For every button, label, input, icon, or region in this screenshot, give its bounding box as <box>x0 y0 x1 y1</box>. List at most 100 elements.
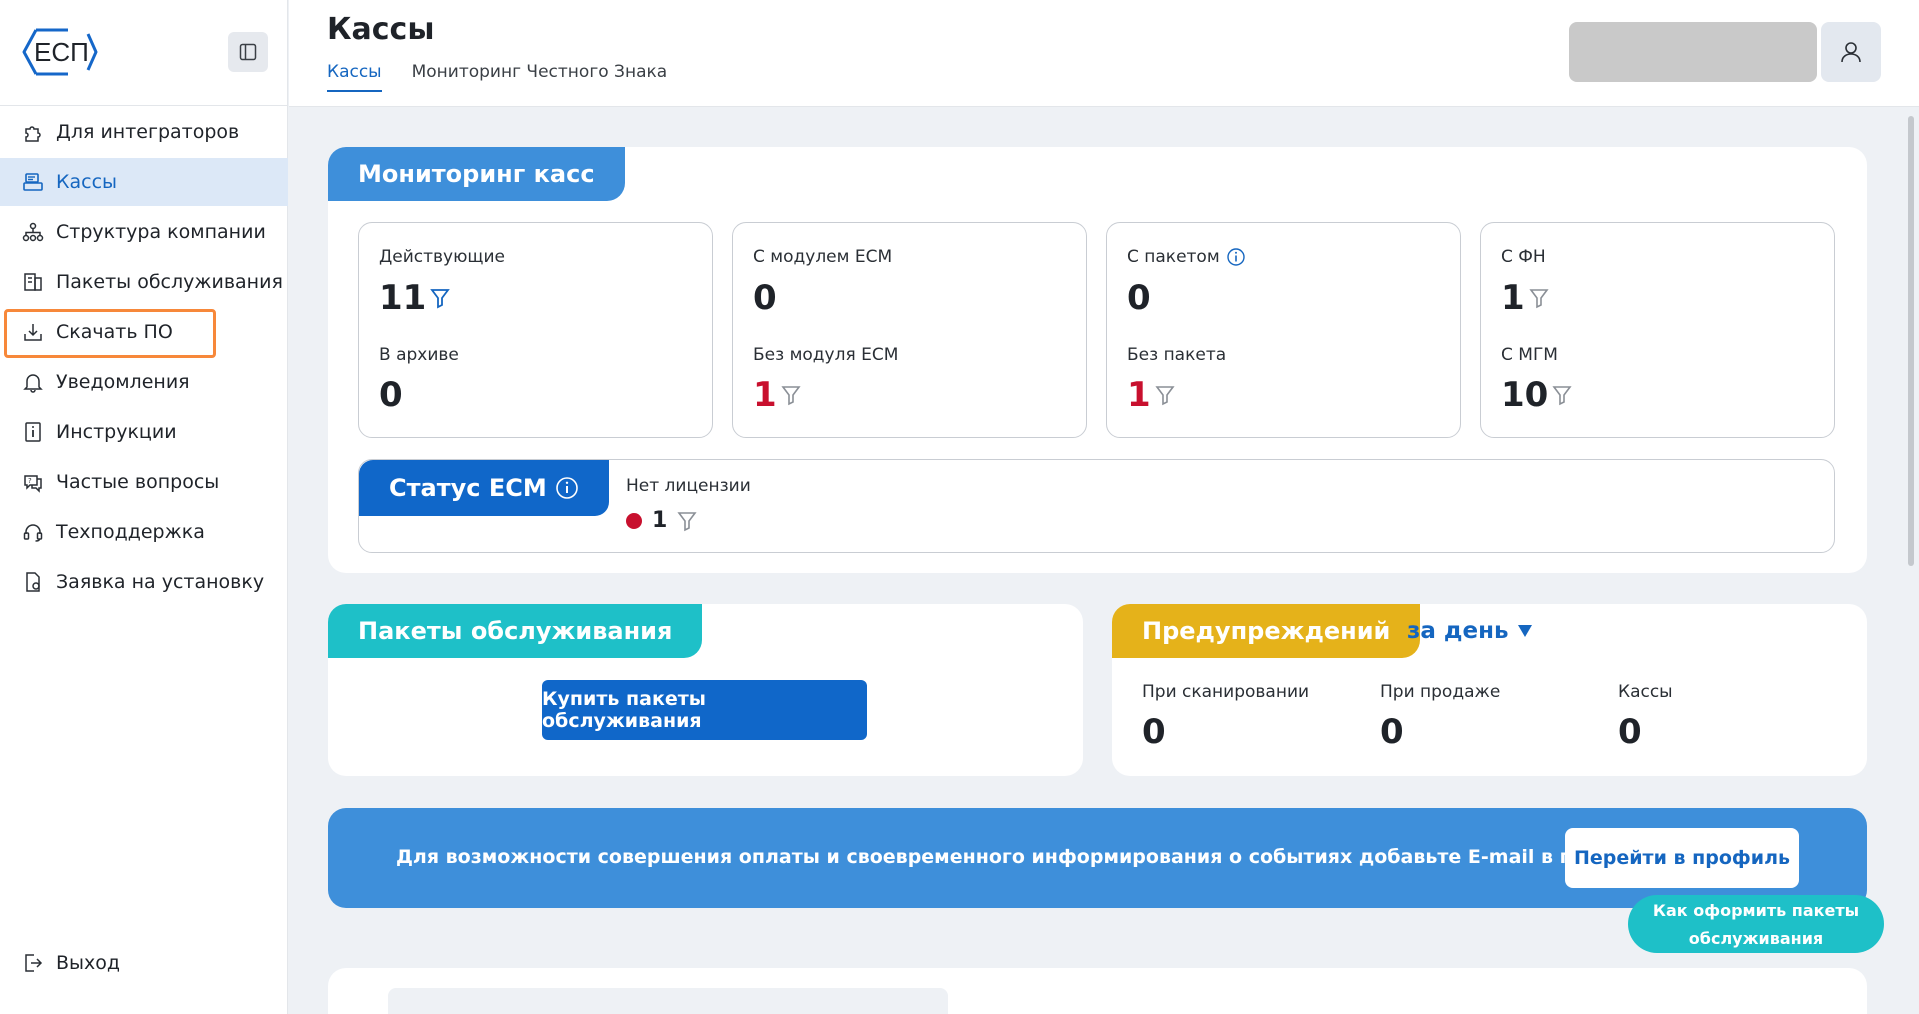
email-banner: Для возможности совершения оплаты и свое… <box>328 808 1867 908</box>
filter-icon <box>781 386 801 406</box>
info-document-icon <box>20 419 46 445</box>
banner-text: Для возможности совершения оплаты и свое… <box>396 846 1666 868</box>
warnings-title: Предупреждений <box>1112 604 1421 658</box>
install-request-icon <box>20 569 46 595</box>
sidebar-item-label: Пакеты обслуживания <box>56 271 283 293</box>
logout-label: Выход <box>56 952 121 974</box>
sidebar-item-company-structure[interactable]: Структура компании <box>0 208 288 256</box>
svg-text:?: ? <box>28 477 32 485</box>
stat-label: В архиве <box>379 345 459 365</box>
stat-value[interactable]: 11 <box>379 278 451 318</box>
monitoring-title: Мониторинг касс <box>328 147 625 201</box>
warnings-card: Предупреждений за день При сканировании … <box>1112 604 1867 776</box>
packages-card: Пакеты обслуживания Купить пакеты обслуж… <box>328 604 1083 776</box>
sidebar-item-label: Для интеграторов <box>56 121 240 143</box>
stat-value[interactable]: 1 <box>1501 278 1549 318</box>
headset-icon <box>20 519 46 545</box>
sidebar: ЕСП Для интеграторов Кассы Структура ком… <box>0 0 288 1014</box>
logout-icon <box>20 950 46 976</box>
sidebar-item-label: Структура компании <box>56 221 266 243</box>
stat-label: С пакетом <box>1127 247 1246 267</box>
filter-icon <box>677 511 697 531</box>
panel-toggle-icon <box>239 43 257 61</box>
status-dot <box>626 512 642 529</box>
sidebar-item-notifications[interactable]: Уведомления <box>0 358 288 406</box>
info-icon <box>1226 248 1245 266</box>
info-icon <box>555 477 578 499</box>
how-to-order-packages-button[interactable]: Как оформить пакеты обслуживания <box>1628 895 1884 953</box>
ecm-status-label: Нет лицензии <box>626 476 751 496</box>
user-name-placeholder[interactable] <box>1569 22 1817 82</box>
warning-label: При сканировании <box>1142 682 1310 702</box>
bell-icon <box>20 369 46 395</box>
warning-value: 0 <box>1380 712 1404 752</box>
stat-value: 0 <box>1127 278 1151 318</box>
stat-value[interactable]: 1 <box>1127 375 1175 415</box>
cash-register-icon <box>20 169 46 195</box>
filter-icon <box>1552 386 1572 406</box>
user-icon <box>1841 42 1861 63</box>
warning-value: 0 <box>1142 712 1166 752</box>
stat-value[interactable]: 10 <box>1501 375 1572 415</box>
ecm-status-title: Статус ECM <box>359 460 609 516</box>
puzzle-icon <box>20 119 46 145</box>
search-input[interactable] <box>388 988 948 1014</box>
sidebar-item-integrators[interactable]: Для интеграторов <box>0 108 288 156</box>
sidebar-item-label: Кассы <box>56 171 118 193</box>
sidebar-item-label: Техподдержка <box>56 521 205 543</box>
sidebar-item-packages[interactable]: Пакеты обслуживания <box>0 258 288 306</box>
sidebar-item-support[interactable]: Техподдержка <box>0 508 288 556</box>
esp-logo[interactable]: ЕСП <box>18 26 100 78</box>
chevron-down-icon <box>1517 625 1532 637</box>
filter-icon <box>430 289 451 309</box>
org-structure-icon <box>20 219 46 245</box>
main-scrollbar[interactable] <box>1908 116 1914 566</box>
sidebar-item-label: Частые вопросы <box>56 471 220 493</box>
tab-kassy[interactable]: Кассы <box>327 62 382 92</box>
sidebar-item-install-request[interactable]: Заявка на установку <box>0 558 288 606</box>
go-to-profile-button[interactable]: Перейти в профиль <box>1565 828 1799 888</box>
ecm-status-panel: Статус ECM Нет лицензии 1 <box>358 459 1835 553</box>
sidebar-item-kassy[interactable]: Кассы <box>0 158 288 206</box>
warning-value: 0 <box>1618 712 1642 752</box>
stat-value: 0 <box>379 375 403 415</box>
download-icon <box>20 319 46 345</box>
logo-text: ЕСП <box>34 37 89 67</box>
sidebar-item-download-software[interactable]: Скачать ПО <box>0 308 288 356</box>
kassy-monitoring-card: Мониторинг касс Действующие 11 В архиве … <box>328 147 1867 573</box>
period-dropdown[interactable]: за день <box>1407 618 1533 644</box>
stat-value: 0 <box>753 278 777 318</box>
stat-card-ecm-module: С модулем ECM 0 Без модуля ECM 1 <box>732 222 1087 438</box>
filter-icon <box>1529 289 1549 309</box>
ecm-status-value[interactable]: 1 <box>626 508 697 533</box>
sidebar-collapse-button[interactable] <box>228 32 268 72</box>
stat-label: С МГМ <box>1501 345 1558 365</box>
warning-label: При продаже <box>1380 682 1501 702</box>
stat-card-package: С пакетом 0 Без пакета 1 <box>1106 222 1461 438</box>
kassy-table-card <box>328 968 1867 1014</box>
tab-bar: Кассы Мониторинг Честного Знака <box>327 62 667 92</box>
sidebar-item-label: Инструкции <box>56 421 177 443</box>
stat-label: С модулем ECM <box>753 247 893 267</box>
sidebar-item-instructions[interactable]: Инструкции <box>0 408 288 456</box>
logout-button[interactable]: Выход <box>0 939 288 987</box>
stat-label: С ФН <box>1501 247 1546 267</box>
user-profile-button[interactable] <box>1821 22 1881 82</box>
faq-icon: ? <box>20 469 46 495</box>
stat-card-active: Действующие 11 В архиве 0 <box>358 222 713 438</box>
sidebar-item-faq[interactable]: ? Частые вопросы <box>0 458 288 506</box>
stat-value[interactable]: 1 <box>753 375 801 415</box>
tab-honest-sign-monitoring[interactable]: Мониторинг Честного Знака <box>412 62 668 92</box>
sidebar-item-label: Заявка на установку <box>56 571 265 593</box>
page-header: Кассы Кассы Мониторинг Честного Знака <box>289 0 1919 107</box>
filter-icon <box>1155 386 1175 406</box>
page-title: Кассы <box>327 12 435 47</box>
stat-label: Без пакета <box>1127 345 1227 365</box>
buy-packages-button[interactable]: Купить пакеты обслуживания <box>542 680 867 740</box>
packages-title: Пакеты обслуживания <box>328 604 703 658</box>
stat-label: Действующие <box>379 247 505 267</box>
stat-label: Без модуля ECM <box>753 345 899 365</box>
warning-label: Кассы <box>1618 682 1673 702</box>
sidebar-item-label: Скачать ПО <box>56 321 173 343</box>
package-icon <box>20 269 46 295</box>
